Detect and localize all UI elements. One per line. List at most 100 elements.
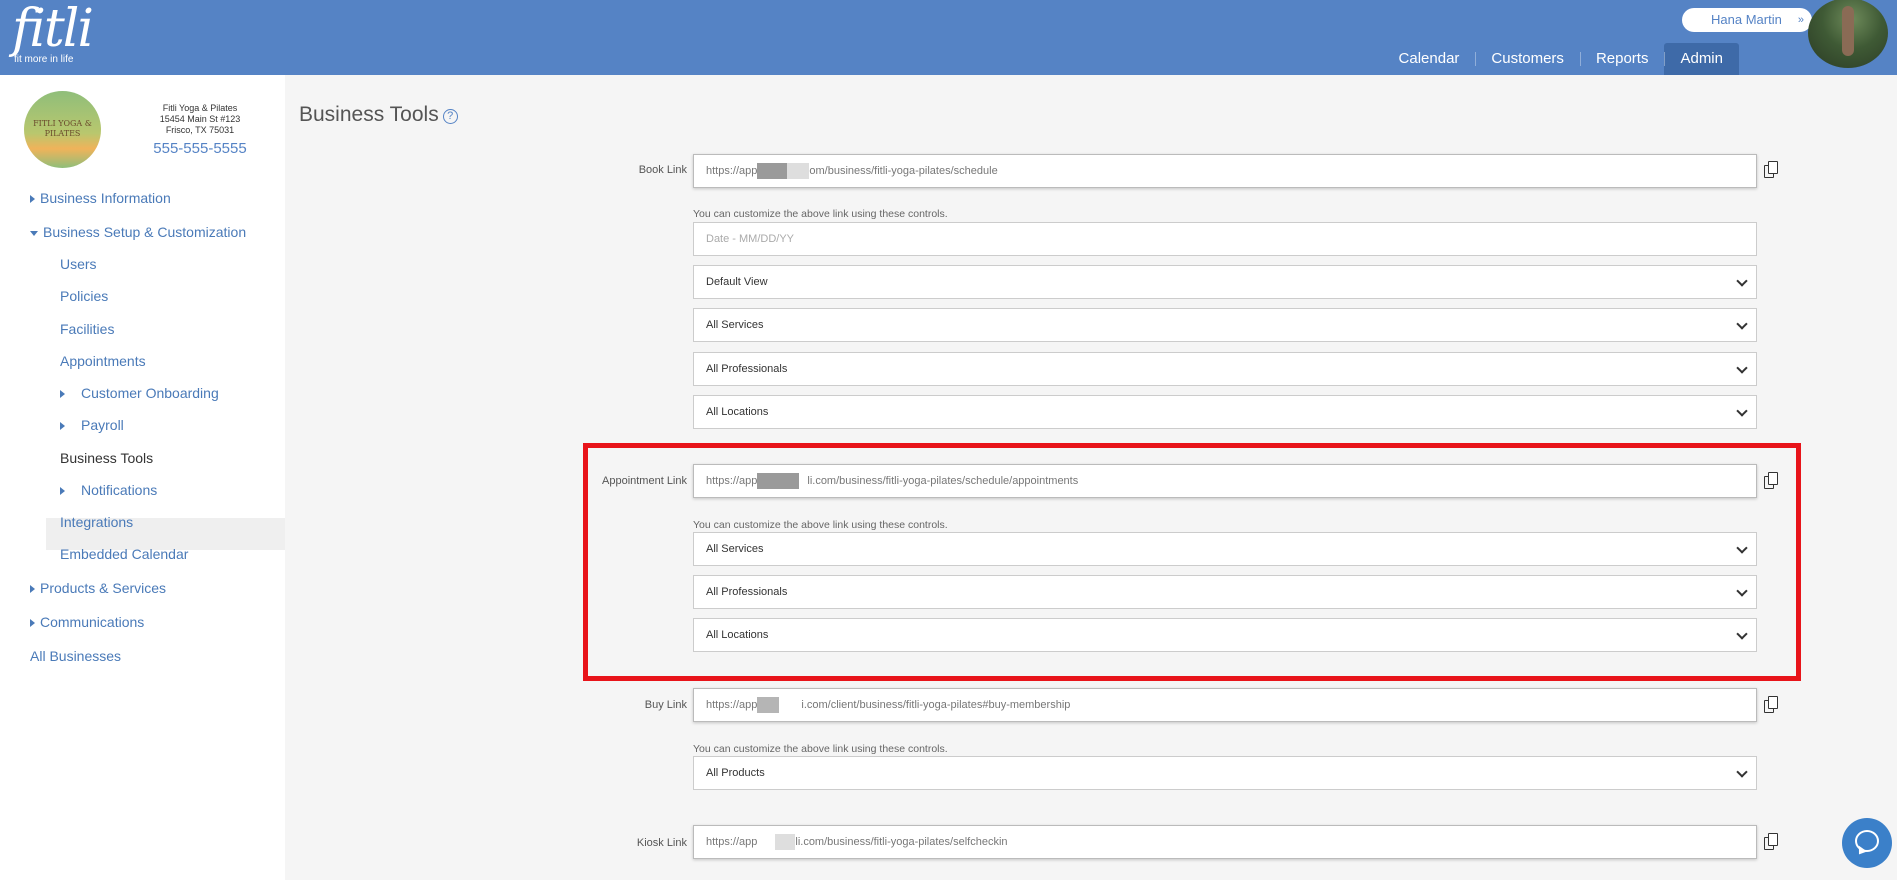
- sidebar: FITLI YOGA & PILATES Fitli Yoga & Pilate…: [0, 75, 285, 880]
- url-prefix: https://app: [706, 475, 758, 487]
- appointment-services-select[interactable]: All Services: [693, 532, 1757, 566]
- sidebar-item-products-services[interactable]: Products & Services: [30, 580, 166, 596]
- chevron-down-icon: [1736, 628, 1748, 640]
- copy-buy-link-icon[interactable]: [1764, 696, 1778, 714]
- date-input[interactable]: Date - MM/DD/YY: [693, 222, 1757, 256]
- sidebar-item-label: Customer Onboarding: [81, 385, 219, 401]
- business-logo-text: FITLI YOGA & PILATES: [33, 119, 92, 138]
- copy-book-link-icon[interactable]: [1764, 161, 1778, 179]
- expand-arrow-icon: [30, 195, 35, 204]
- fitli-logo[interactable]: fitli fit more in life: [12, 0, 94, 65]
- business-phone[interactable]: 555-555-5555: [140, 140, 260, 157]
- url-suffix: i.com/client/business/fitli-yoga-pilates…: [801, 699, 1071, 711]
- page-title-text: Business Tools: [299, 103, 439, 126]
- sidebar-item-label: Communications: [40, 614, 145, 630]
- sidebar-item-label: Payroll: [81, 417, 124, 433]
- url-suffix: om/business/fitli-yoga-pilates/schedule: [809, 165, 998, 177]
- redaction-mask: [757, 697, 780, 714]
- url-suffix: li.com/business/fitli-yoga-pilates/sched…: [807, 475, 1079, 487]
- top-bar: fitli fit more in life Hana Martin » Cal…: [0, 0, 1897, 75]
- logo-tagline: fit more in life: [14, 54, 74, 65]
- collapse-arrow-icon: [30, 230, 38, 236]
- sidebar-item-payroll[interactable]: Payroll: [60, 417, 124, 433]
- kiosk-link-label: Kiosk Link: [636, 837, 687, 849]
- sidebar-item-embedded-calendar[interactable]: Embedded Calendar: [60, 546, 188, 562]
- nav-calendar[interactable]: Calendar: [1383, 43, 1476, 75]
- sidebar-item-business-tools[interactable]: Business Tools: [60, 450, 153, 466]
- book-link-label: Book Link: [638, 164, 687, 176]
- user-menu-caret-icon: »: [1797, 14, 1804, 26]
- sidebar-item-business-setup[interactable]: Business Setup & Customization: [30, 224, 246, 240]
- expand-arrow-icon: [30, 585, 35, 594]
- sidebar-item-business-information[interactable]: Business Information: [30, 190, 171, 206]
- nav-reports[interactable]: Reports: [1579, 43, 1665, 75]
- sidebar-item-label: Business Information: [40, 190, 171, 206]
- url-prefix: https://app: [706, 836, 758, 848]
- sidebar-item-all-businesses[interactable]: All Businesses: [30, 648, 121, 664]
- sidebar-item-users[interactable]: Users: [60, 256, 97, 272]
- sidebar-item-integrations[interactable]: Integrations: [60, 514, 133, 530]
- business-logo: FITLI YOGA & PILATES: [24, 91, 101, 168]
- redaction-mask: [757, 473, 800, 490]
- url-prefix: https://app: [706, 699, 758, 711]
- sidebar-item-appointments[interactable]: Appointments: [60, 353, 146, 369]
- chevron-down-icon: [1736, 585, 1748, 597]
- nav-admin[interactable]: Admin: [1664, 43, 1739, 75]
- chevron-down-icon: [1736, 405, 1748, 417]
- url-suffix: li.com/business/fitli-yoga-pilates/selfc…: [795, 836, 1008, 848]
- locations-select[interactable]: All Locations: [693, 395, 1757, 429]
- sidebar-item-customer-onboarding[interactable]: Customer Onboarding: [60, 385, 219, 401]
- user-menu[interactable]: Hana Martin »: [1682, 8, 1812, 32]
- select-value: All Professionals: [706, 586, 788, 598]
- select-value: All Professionals: [706, 363, 788, 375]
- appointment-link-field[interactable]: https://app li.com/business/fitli-yoga-pi…: [693, 464, 1757, 498]
- expand-arrow-icon: [60, 487, 65, 496]
- customize-hint: You can customize the above link using t…: [693, 519, 948, 531]
- redaction-gap: [779, 697, 801, 713]
- sidebar-item-label: Products & Services: [40, 580, 167, 596]
- customize-hint: You can customize the above link using t…: [693, 743, 948, 755]
- chevron-down-icon: [1736, 362, 1748, 374]
- select-value: All Locations: [706, 406, 769, 418]
- nav-customers[interactable]: Customers: [1475, 43, 1580, 75]
- redaction-mask: [757, 163, 788, 180]
- appointment-locations-select[interactable]: All Locations: [693, 618, 1757, 652]
- customize-hint: You can customize the above link using t…: [693, 208, 948, 220]
- expand-arrow-icon: [30, 619, 35, 628]
- copy-appointment-link-icon[interactable]: [1764, 472, 1778, 490]
- copy-kiosk-link-icon[interactable]: [1764, 833, 1778, 851]
- address-line-1: 15454 Main St #123: [159, 114, 241, 124]
- url-prefix: https://app: [706, 165, 758, 177]
- page-title: Business Tools?: [299, 103, 458, 127]
- professionals-select[interactable]: All Professionals: [693, 352, 1757, 386]
- expand-arrow-icon: [60, 422, 65, 431]
- chevron-down-icon: [1736, 275, 1748, 287]
- kiosk-link-field[interactable]: https://app li.com/business/fitli-yoga-pi…: [693, 825, 1757, 859]
- business-address: Fitli Yoga & Pilates 15454 Main St #123 …: [140, 103, 260, 136]
- sidebar-item-policies[interactable]: Policies: [60, 288, 108, 304]
- chevron-down-icon: [1736, 318, 1748, 330]
- view-select[interactable]: Default View: [693, 265, 1757, 299]
- select-value: All Services: [706, 543, 764, 555]
- buy-link-field[interactable]: https://app i.com/client/business/fitli-y…: [693, 688, 1757, 722]
- buy-link-label: Buy Link: [644, 699, 687, 711]
- book-link-field[interactable]: https://app om/business/fitli-yoga-pilate…: [693, 154, 1757, 188]
- redaction-mask: [787, 163, 810, 180]
- sidebar-item-notifications[interactable]: Notifications: [60, 482, 157, 498]
- help-icon[interactable]: ?: [442, 109, 458, 124]
- user-avatar[interactable]: [1808, 0, 1888, 68]
- chevron-down-icon: [1736, 542, 1748, 554]
- avatar-figure: [1842, 6, 1854, 56]
- appointment-professionals-select[interactable]: All Professionals: [693, 575, 1757, 609]
- select-value: All Services: [706, 319, 764, 331]
- services-select[interactable]: All Services: [693, 308, 1757, 342]
- products-select[interactable]: All Products: [693, 756, 1757, 790]
- user-name: Hana Martin: [1711, 12, 1782, 27]
- sidebar-item-communications[interactable]: Communications: [30, 614, 144, 630]
- sidebar-item-facilities[interactable]: Facilities: [60, 321, 114, 337]
- chat-button[interactable]: [1842, 818, 1892, 868]
- business-name: Fitli Yoga & Pilates: [162, 103, 238, 113]
- logo-wordmark: fitli: [12, 0, 94, 59]
- address-line-2: Frisco, TX 75031: [165, 125, 235, 135]
- select-value: All Products: [706, 767, 765, 779]
